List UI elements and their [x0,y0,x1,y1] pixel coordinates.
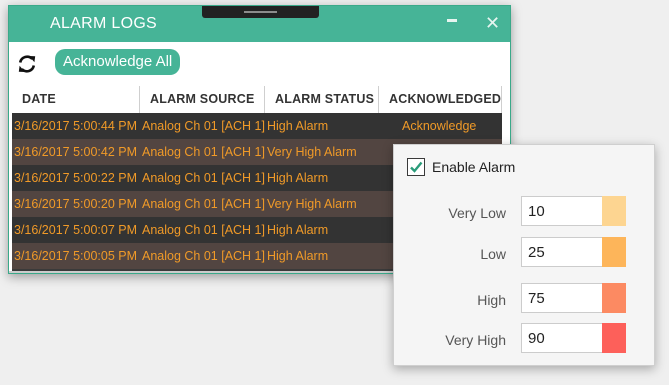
refresh-icon [18,55,36,73]
status-cell: High Alarm [267,223,329,237]
window-title: ALARM LOGS [50,15,158,32]
minimize-button[interactable] [447,19,457,22]
acknowledge-link[interactable]: Acknowledge [402,113,476,139]
column-header-alarm-source[interactable]: ALARM SOURCE [140,86,265,113]
toolbar: Acknowledge All [9,42,510,88]
very-high-label: Very High [445,332,506,348]
very-high-input[interactable] [521,323,602,353]
column-header-date[interactable]: DATE [12,86,140,113]
very-low-label: Very Low [448,205,506,221]
date-cell: 3/16/2017 5:00:44 PM [14,119,138,133]
checkmark-icon [410,161,423,173]
source-cell: Analog Ch 01 [ACH 1] [142,145,265,159]
title-bar[interactable]: ALARM LOGS ✕ [9,6,510,42]
very-low-color-swatch[interactable] [602,196,626,226]
low-color-swatch[interactable] [602,237,626,267]
source-cell: Analog Ch 01 [ACH 1] [142,249,265,263]
very-low-input[interactable] [521,196,602,226]
high-color-swatch[interactable] [602,283,626,313]
date-cell: 3/16/2017 5:00:20 PM [14,197,138,211]
date-cell: 3/16/2017 5:00:07 PM [14,223,138,237]
low-label: Low [480,246,506,262]
acknowledge-all-button[interactable]: Acknowledge All [55,49,181,75]
very-high-color-swatch[interactable] [602,323,626,353]
source-cell: Analog Ch 01 [ACH 1] [142,119,265,133]
date-cell: 3/16/2017 5:00:22 PM [14,171,138,185]
alarm-settings-popup: Enable Alarm Very Low Low High Very High [393,144,655,366]
status-cell: Very High Alarm [267,197,357,211]
grip-icon [244,11,277,13]
table-header: DATE ALARM SOURCE ALARM STATUS ACKNOWLED… [12,86,502,113]
refresh-button[interactable] [17,54,37,74]
source-cell: Analog Ch 01 [ACH 1] [142,223,265,237]
table-row[interactable]: 3/16/2017 5:00:44 PM Analog Ch 01 [ACH 1… [12,113,502,139]
date-cell: 3/16/2017 5:00:05 PM [14,249,138,263]
status-cell: High Alarm [267,119,329,133]
column-header-acknowledged[interactable]: ACKNOWLEDGED [379,86,502,113]
high-input[interactable] [521,283,602,313]
source-cell: Analog Ch 01 [ACH 1] [142,197,265,211]
status-cell: High Alarm [267,171,329,185]
close-button[interactable]: ✕ [485,14,500,32]
screen: ALARM LOGS ✕ Acknowledge All DATE ALARM … [0,0,669,385]
enable-alarm-label[interactable]: Enable Alarm [432,158,515,176]
column-header-alarm-status[interactable]: ALARM STATUS [265,86,379,113]
status-cell: High Alarm [267,249,329,263]
date-cell: 3/16/2017 5:00:42 PM [14,145,138,159]
drag-handle[interactable] [202,6,319,18]
status-cell: Very High Alarm [267,145,357,159]
high-label: High [477,292,506,308]
low-input[interactable] [521,237,602,267]
enable-alarm-checkbox[interactable] [407,158,425,176]
source-cell: Analog Ch 01 [ACH 1] [142,171,265,185]
